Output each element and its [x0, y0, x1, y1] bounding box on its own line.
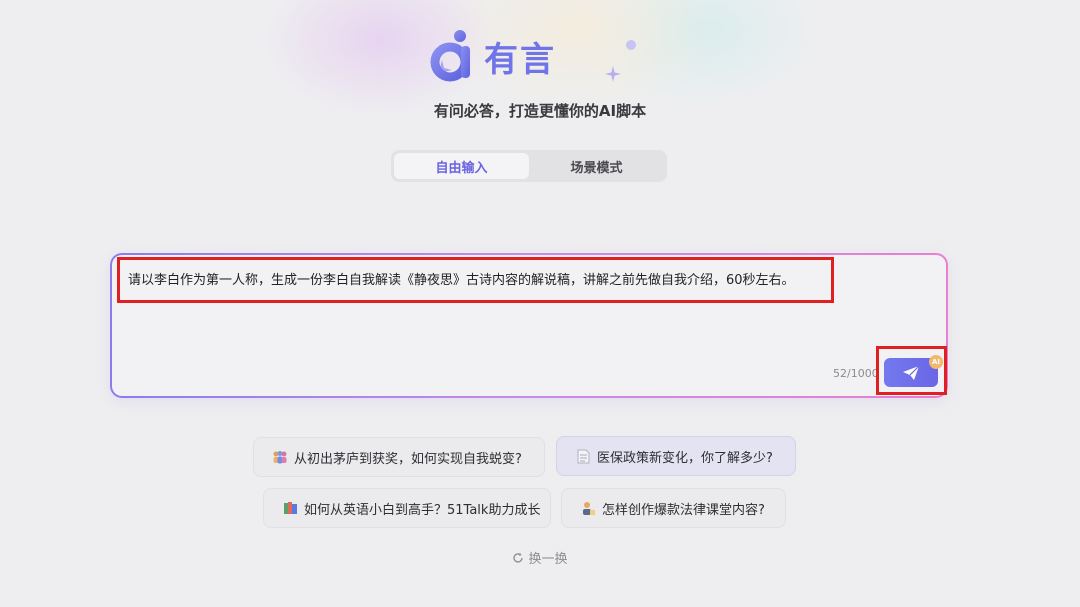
brand-logo: 有言	[430, 26, 556, 86]
prompt-input-area[interactable]: 请以李白作为第一人称，生成一份李白自我解读《静夜思》古诗内容的解说稿，讲解之前先…	[112, 255, 946, 396]
prompt-input[interactable]: 请以李白作为第一人称，生成一份李白自我解读《静夜思》古诗内容的解说稿，讲解之前先…	[128, 269, 795, 288]
mode-toggle: 自由输入 场景模式	[391, 150, 667, 182]
suggestion-chip[interactable]: 如何从英语小白到高手？51Talk助力成长	[263, 488, 551, 528]
person-writing-icon	[580, 500, 596, 516]
document-icon	[575, 448, 591, 464]
people-icon	[272, 449, 288, 465]
refresh-button[interactable]: 换一换	[0, 548, 1080, 567]
logo-a-icon	[430, 30, 470, 82]
char-counter: 52/1000	[833, 367, 879, 380]
prompt-input-box[interactable]: 请以李白作为第一人称，生成一份李白自我解读《静夜思》古诗内容的解说稿，讲解之前先…	[110, 253, 948, 398]
logo-text: 有言	[484, 39, 556, 80]
refresh-icon	[513, 552, 524, 563]
ai-badge: AI	[929, 355, 943, 369]
decor-dot	[626, 40, 636, 50]
refresh-label: 换一换	[528, 552, 568, 567]
tagline: 有问必答，打造更懂你的AI脚本	[433, 102, 647, 120]
books-icon	[282, 500, 298, 516]
suggestion-label: 医保政策新变化，你了解多少?	[597, 450, 773, 466]
suggestion-chip[interactable]: 医保政策新变化，你了解多少?	[556, 436, 796, 476]
tab-free-input[interactable]: 自由输入	[394, 153, 529, 179]
suggestion-label: 怎样创作爆款法律课堂内容?	[602, 502, 765, 518]
suggestion-label: 从初出茅庐到获奖，如何实现自我蜕变?	[294, 451, 522, 467]
suggestion-chip[interactable]: 从初出茅庐到获奖，如何实现自我蜕变?	[253, 437, 545, 477]
sparkle-icon	[605, 66, 621, 82]
suggestion-label: 如何从英语小白到高手？51Talk助力成长	[304, 502, 541, 518]
tab-scene-mode[interactable]: 场景模式	[529, 153, 664, 179]
paper-plane-icon	[903, 365, 920, 380]
suggestion-chip[interactable]: 怎样创作爆款法律课堂内容?	[561, 488, 786, 528]
